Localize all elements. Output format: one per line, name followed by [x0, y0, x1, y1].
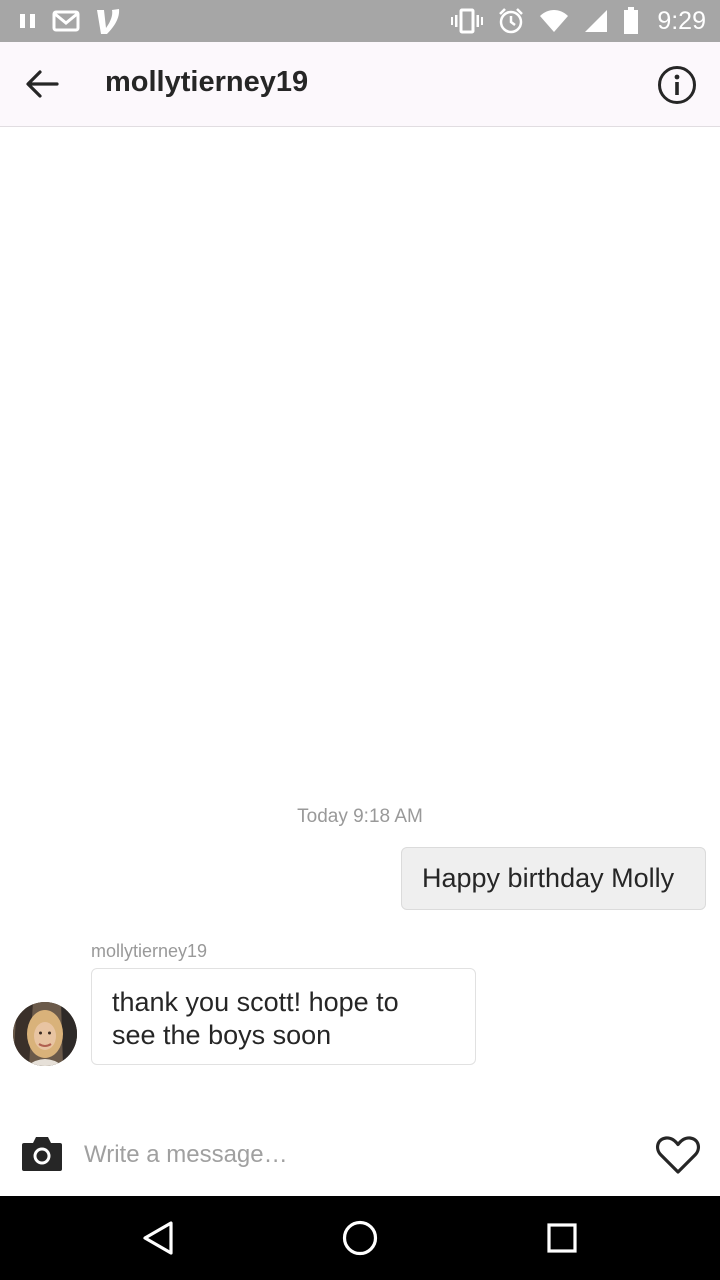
- message-input[interactable]: [84, 1135, 624, 1175]
- nav-back-button[interactable]: [136, 1216, 180, 1260]
- nav-recents-button[interactable]: [540, 1216, 584, 1260]
- system-nav-bar: [0, 1196, 720, 1280]
- status-bar: 9:29: [0, 0, 720, 42]
- alarm-icon: [497, 7, 525, 35]
- back-button[interactable]: [22, 64, 62, 104]
- heart-icon: [655, 1136, 701, 1174]
- arrow-left-icon: [26, 70, 59, 98]
- incoming-message-line-2: see the boys soon: [112, 1020, 332, 1050]
- avatar-image: [13, 1002, 77, 1066]
- message-composer: [0, 1115, 720, 1195]
- sender-username: mollytierney19: [91, 941, 208, 961]
- conversation-title[interactable]: mollytierney19: [105, 66, 308, 99]
- camera-icon: [22, 1137, 62, 1171]
- gmail-icon: [52, 10, 80, 32]
- back-triangle-icon: [143, 1221, 173, 1255]
- camera-button[interactable]: [20, 1133, 64, 1175]
- avatar[interactable]: [13, 1002, 77, 1066]
- incoming-message-bubble[interactable]: thank you scott! hope to see the boys so…: [91, 968, 476, 1065]
- status-right-icons: 9:29: [451, 7, 706, 36]
- pause-icon: [18, 12, 38, 30]
- status-left-icons: [18, 6, 122, 36]
- venmo-icon: [94, 6, 122, 36]
- status-time: 9:29: [657, 6, 706, 35]
- battery-icon: [623, 7, 639, 35]
- wifi-icon: [539, 9, 569, 33]
- like-button[interactable]: [655, 1134, 701, 1176]
- signal-icon: [583, 8, 609, 34]
- vibrate-icon: [451, 8, 484, 34]
- home-circle-icon: [342, 1220, 378, 1256]
- outgoing-message-text: Happy birthday Molly: [422, 863, 675, 893]
- info-icon: [658, 66, 696, 104]
- info-button[interactable]: [656, 64, 698, 106]
- outgoing-message-bubble[interactable]: Happy birthday Molly: [401, 847, 706, 910]
- recents-square-icon: [547, 1223, 577, 1253]
- incoming-message-line-1: thank you scott! hope to: [112, 987, 399, 1017]
- nav-home-button[interactable]: [338, 1216, 382, 1260]
- conversation-timestamp: Today 9:18 AM: [297, 806, 423, 827]
- conversation-header: mollytierney19: [0, 42, 720, 127]
